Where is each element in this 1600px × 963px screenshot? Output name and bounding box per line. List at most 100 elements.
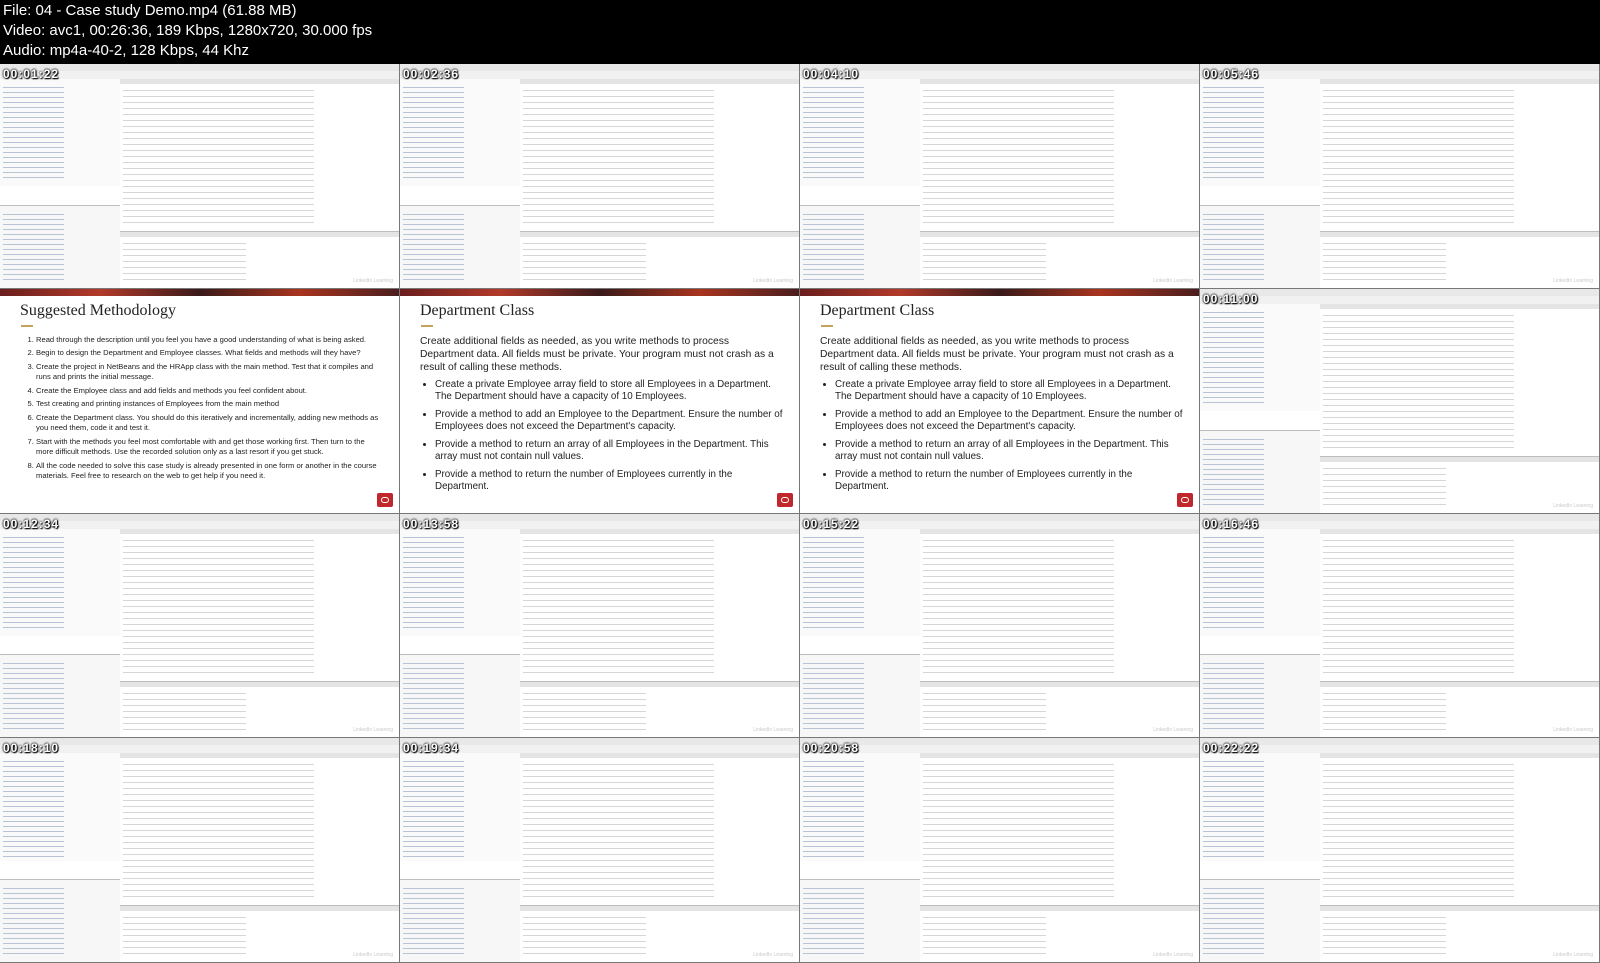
thumbnail-4: LinkedIn Learning 00:05:46 bbox=[1200, 64, 1600, 289]
ide-output-panel: LinkedIn Learning bbox=[519, 680, 799, 738]
ide-brand-watermark: LinkedIn Learning bbox=[753, 952, 793, 958]
thumbnail-11: LinkedIn Learning 00:15:22 bbox=[800, 513, 1200, 739]
thumbnail-timestamp: 00:02:36 bbox=[403, 67, 460, 81]
requirement-item: Provide a method to add an Employee to t… bbox=[835, 409, 1183, 434]
ide-navigator-panel bbox=[0, 654, 121, 738]
ide-projects-panel bbox=[400, 79, 521, 187]
ide-projects-panel bbox=[1200, 79, 1321, 187]
ide-brand-watermark: LinkedIn Learning bbox=[353, 277, 393, 284]
thumbnail-timestamp: 00:22:22 bbox=[1203, 741, 1260, 756]
methodology-list: Read through the description until you f… bbox=[20, 335, 383, 482]
ide-brand-watermark: LinkedIn Learning bbox=[1153, 727, 1193, 734]
ide-output-panel: LinkedIn Learning bbox=[919, 905, 1199, 962]
thumbnail-3: LinkedIn Learning 00:04:10 bbox=[800, 64, 1200, 289]
thumbnail-timestamp: 00:20:58 bbox=[803, 741, 860, 756]
thumbnail-6: Department Class Create additional fields… bbox=[400, 288, 800, 514]
methodology-item: Test creating and printing instances of … bbox=[36, 399, 383, 410]
title-accent bbox=[21, 324, 33, 327]
thumbnail-timestamp: 00:15:22 bbox=[803, 516, 860, 531]
thumbnail-16: LinkedIn Learning 00:22:22 bbox=[1200, 738, 1600, 963]
ide-brand-watermark: LinkedIn Learning bbox=[753, 727, 793, 734]
slide-banner bbox=[400, 288, 799, 296]
audio-info: Audio: mp4a-40-2, 128 Kbps, 44 Khz bbox=[3, 42, 249, 59]
thumbnail-timestamp: 00:19:34 bbox=[403, 741, 460, 756]
thumbnail-timestamp: 00:13:58 bbox=[403, 516, 460, 531]
ide-navigator-panel bbox=[1200, 879, 1321, 962]
ide-output-panel: LinkedIn Learning bbox=[1319, 680, 1599, 738]
ide-projects-panel bbox=[400, 528, 521, 636]
ide-projects-panel bbox=[400, 753, 521, 861]
ide-navigator-panel bbox=[800, 654, 921, 738]
thumbnail-5: Suggested Methodology Read through the de… bbox=[0, 288, 400, 514]
ide-navigator-panel bbox=[400, 879, 521, 962]
requirement-item: Provide a method to return the number of… bbox=[435, 469, 783, 494]
ide-navigator-panel bbox=[1200, 654, 1321, 738]
ide-output-panel: LinkedIn Learning bbox=[919, 231, 1199, 288]
oracle-logo-icon bbox=[377, 492, 393, 507]
methodology-item: Create the project in NetBeans and the H… bbox=[36, 362, 383, 383]
thumbnail-1: LinkedIn Learning 00:01:22 bbox=[0, 64, 400, 289]
thumbnail-10: LinkedIn Learning 00:13:58 bbox=[400, 513, 800, 739]
thumbnail-timestamp: 00:12:34 bbox=[3, 516, 60, 531]
thumbnail-9: LinkedIn Learning 00:12:34 bbox=[0, 513, 400, 739]
ide-code-editor bbox=[1319, 753, 1599, 906]
ide-projects-panel bbox=[800, 528, 921, 636]
slide-title: Suggested Methodology bbox=[20, 301, 176, 319]
ide-output-panel: LinkedIn Learning bbox=[919, 680, 1199, 738]
requirement-item: Create a private Employee array field to… bbox=[835, 379, 1183, 404]
ide-output-panel: LinkedIn Learning bbox=[1319, 231, 1599, 288]
slide-title: Department Class bbox=[420, 301, 535, 319]
methodology-item: Start with the methods you feel most com… bbox=[36, 437, 383, 458]
ide-code-editor bbox=[919, 528, 1199, 681]
requirement-item: Provide a method to return the number of… bbox=[835, 469, 1183, 494]
ide-output-panel: LinkedIn Learning bbox=[119, 680, 399, 738]
thumbnail-grid: LinkedIn Learning 00:01:22 LinkedIn Lear… bbox=[0, 64, 1600, 963]
requirements-list: Create a private Employee array field to… bbox=[420, 379, 783, 494]
video-info: Video: avc1, 00:26:36, 189 Kbps, 1280x72… bbox=[3, 22, 373, 39]
ide-projects-panel bbox=[1200, 303, 1321, 412]
ide-output-panel: LinkedIn Learning bbox=[119, 905, 399, 962]
oracle-logo-icon bbox=[1177, 492, 1193, 507]
requirement-item: Create a private Employee array field to… bbox=[435, 379, 783, 404]
ide-projects-panel bbox=[800, 79, 921, 187]
thumbnail-13: LinkedIn Learning 00:18:10 bbox=[0, 738, 400, 963]
ide-output-panel: LinkedIn Learning bbox=[1319, 905, 1599, 962]
ide-brand-watermark: LinkedIn Learning bbox=[1553, 727, 1593, 734]
file-info: File: 04 - Case study Demo.mp4 (61.88 MB… bbox=[3, 2, 297, 19]
thumbnail-timestamp: 00:01:22 bbox=[3, 67, 60, 81]
slide-body: Create additional fields as needed, as y… bbox=[820, 335, 1183, 499]
thumbnail-14: LinkedIn Learning 00:19:34 bbox=[400, 738, 800, 963]
ide-code-editor bbox=[919, 79, 1199, 232]
ide-projects-panel bbox=[1200, 528, 1321, 636]
ide-projects-panel bbox=[1200, 753, 1321, 861]
thumbnail-timestamp: 00:16:46 bbox=[1203, 516, 1260, 531]
thumbnail-8: LinkedIn Learning 00:11:00 bbox=[1200, 288, 1600, 514]
ide-navigator-panel bbox=[0, 879, 121, 962]
ide-brand-watermark: LinkedIn Learning bbox=[1553, 277, 1593, 284]
ide-navigator-panel bbox=[800, 204, 921, 288]
ide-navigator-panel bbox=[400, 654, 521, 738]
ide-code-editor bbox=[919, 753, 1199, 906]
thumbnail-15: LinkedIn Learning 00:20:58 bbox=[800, 738, 1200, 963]
ide-brand-watermark: LinkedIn Learning bbox=[753, 277, 793, 284]
methodology-item: Begin to design the Department and Emplo… bbox=[36, 348, 383, 359]
thumbnail-timestamp: 00:18:10 bbox=[3, 741, 60, 756]
ide-brand-watermark: LinkedIn Learning bbox=[1153, 277, 1193, 284]
slide-intro: Create additional fields as needed, as y… bbox=[420, 335, 774, 373]
ide-brand-watermark: LinkedIn Learning bbox=[1553, 952, 1593, 958]
video-info-header: File: 04 - Case study Demo.mp4 (61.88 MB… bbox=[0, 0, 1600, 64]
ide-code-editor bbox=[1319, 303, 1599, 456]
ide-output-panel: LinkedIn Learning bbox=[519, 905, 799, 962]
thumbnail-timestamp: 00:11:00 bbox=[1203, 291, 1259, 306]
ide-navigator-panel bbox=[1200, 429, 1321, 513]
methodology-item: Create the Employee class and add fields… bbox=[36, 386, 383, 397]
ide-output-panel: LinkedIn Learning bbox=[519, 231, 799, 288]
methodology-item: Create the Department class. You should … bbox=[36, 413, 383, 434]
ide-code-editor bbox=[1319, 79, 1599, 232]
slide-body: Read through the description until you f… bbox=[20, 335, 383, 485]
ide-navigator-panel bbox=[800, 879, 921, 962]
ide-projects-panel bbox=[800, 753, 921, 861]
ide-projects-panel bbox=[0, 79, 121, 187]
methodology-item: Read through the description until you f… bbox=[36, 335, 383, 346]
ide-brand-watermark: LinkedIn Learning bbox=[353, 952, 393, 958]
